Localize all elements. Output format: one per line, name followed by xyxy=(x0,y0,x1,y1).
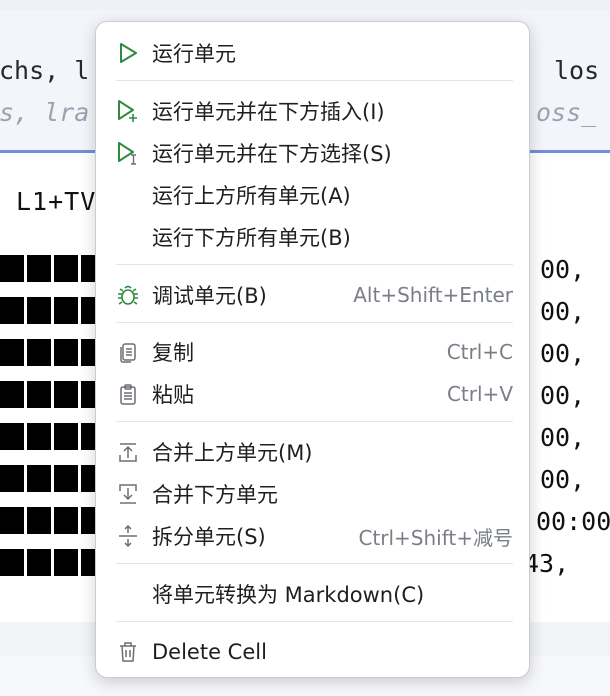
debug-icon xyxy=(116,283,140,307)
split-icon xyxy=(116,524,140,548)
code-line-2-left: s, lra xyxy=(0,98,90,127)
merge-above-icon xyxy=(116,440,140,464)
menu-item-shortcut: Ctrl+Shift+减号 xyxy=(358,525,513,550)
menu-item-run-cell[interactable]: 运行单元 xyxy=(106,33,519,73)
output-value: 00:00 xyxy=(536,507,610,536)
menu-item-label: 粘贴 xyxy=(152,383,194,407)
output-value: 00, xyxy=(540,465,586,494)
menu-item-shortcut: Ctrl+C xyxy=(446,340,513,364)
menu-item-run-insert-below[interactable]: 运行单元并在下方插入(I) xyxy=(106,91,519,131)
cell-context-menu: 运行单元 运行单元并在下方插入(I) 运行单元并在下方选择(S) 运行上方所有单… xyxy=(95,21,530,678)
menu-item-label: 拆分单元(S) xyxy=(152,525,266,549)
progress-bar xyxy=(0,339,96,366)
progress-bar xyxy=(0,423,96,450)
menu-item-delete-cell[interactable]: Delete Cell xyxy=(106,632,519,672)
menu-item-merge-below[interactable]: 合并下方单元 xyxy=(106,474,519,514)
menu-item-run-select-below[interactable]: 运行单元并在下方选择(S) xyxy=(106,133,519,173)
output-value: 00, xyxy=(540,297,586,326)
menu-item-shortcut: Ctrl+V xyxy=(446,382,513,406)
progress-bar xyxy=(0,507,96,534)
menu-separator xyxy=(116,563,513,564)
menu-separator xyxy=(116,322,513,323)
run-icon xyxy=(116,41,140,65)
paste-icon xyxy=(116,382,140,406)
menu-item-label: 调试单元(B) xyxy=(152,284,267,308)
output-value: 00, xyxy=(540,381,586,410)
menu-item-run-all-above[interactable]: 运行上方所有单元(A) xyxy=(106,175,519,215)
menu-item-label: 运行上方所有单元(A) xyxy=(152,184,351,208)
output-value: 00, xyxy=(540,339,586,368)
code-line-1-right: los xyxy=(554,56,600,85)
menu-item-debug-cell[interactable]: 调试单元(B) Alt+Shift+Enter xyxy=(106,275,519,315)
menu-item-label: 运行单元并在下方插入(I) xyxy=(152,100,385,124)
output-value: 00, xyxy=(540,423,586,452)
menu-item-run-all-below[interactable]: 运行下方所有单元(B) xyxy=(106,217,519,257)
menu-separator xyxy=(116,421,513,422)
merge-below-icon xyxy=(116,482,140,506)
copy-icon xyxy=(116,340,140,364)
progress-bar xyxy=(0,255,96,282)
menu-item-label: 合并下方单元 xyxy=(152,483,278,507)
menu-item-paste[interactable]: 粘贴 Ctrl+V xyxy=(106,374,519,414)
menu-item-label: 合并上方单元(M) xyxy=(152,441,313,465)
output-value: 00, xyxy=(540,255,586,284)
menu-separator xyxy=(116,264,513,265)
progress-bar xyxy=(0,549,96,576)
menu-item-label: 复制 xyxy=(152,341,194,365)
menu-item-copy[interactable]: 复制 Ctrl+C xyxy=(106,332,519,372)
run-insert-below-icon xyxy=(116,99,140,123)
code-line-2-right: oss_ xyxy=(536,98,597,127)
menu-item-label: 运行下方所有单元(B) xyxy=(152,226,351,250)
menu-item-split-cell[interactable]: 拆分单元(S) Ctrl+Shift+减号 xyxy=(106,516,519,556)
progress-bar xyxy=(0,297,96,324)
menu-item-label: Delete Cell xyxy=(152,640,267,664)
menu-item-label: 将单元转换为 Markdown(C) xyxy=(152,583,425,607)
menu-item-label: 运行单元 xyxy=(152,42,236,66)
run-select-below-icon xyxy=(116,141,140,165)
editor-top-strip xyxy=(0,0,610,10)
menu-item-shortcut: Alt+Shift+Enter xyxy=(353,283,513,307)
menu-item-label: 运行单元并在下方选择(S) xyxy=(152,142,392,166)
trash-icon xyxy=(116,640,140,664)
output-label: L1+TV xyxy=(16,187,97,216)
output-value: 43, xyxy=(524,549,570,578)
menu-separator xyxy=(116,80,513,81)
progress-bar xyxy=(0,381,96,408)
code-line-1-left: chs, l xyxy=(0,56,90,85)
menu-item-merge-above[interactable]: 合并上方单元(M) xyxy=(106,432,519,472)
menu-separator xyxy=(116,621,513,622)
progress-bar xyxy=(0,465,96,492)
menu-item-convert-to-markdown[interactable]: 将单元转换为 Markdown(C) xyxy=(106,574,519,614)
